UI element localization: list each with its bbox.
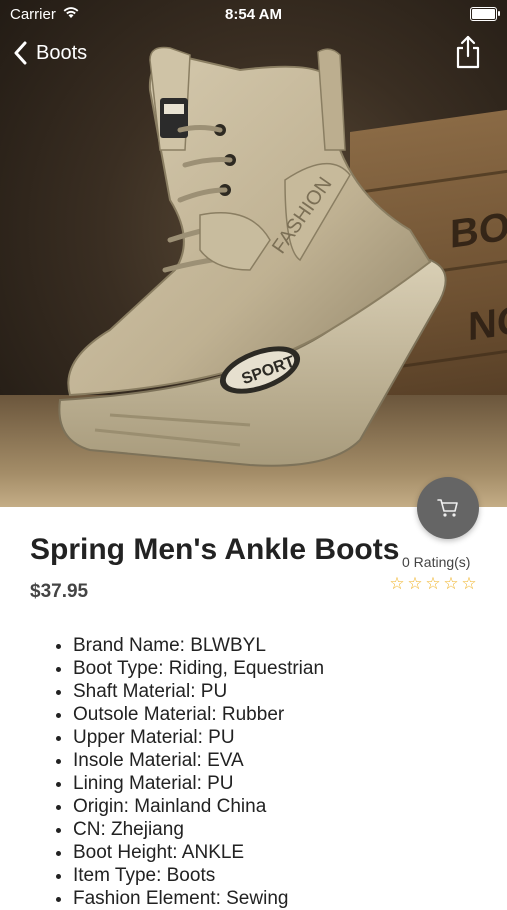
list-item: Shaft Material: PU <box>73 680 324 703</box>
list-item: Upper Material: PU <box>73 726 324 749</box>
star-icon[interactable]: ☆ <box>388 574 406 594</box>
star-rating[interactable]: ☆ ☆ ☆ ☆ ☆ <box>388 574 478 594</box>
add-to-cart-button[interactable] <box>417 477 479 539</box>
list-item: Boot Height: ANKLE <box>73 841 324 864</box>
product-title: Spring Men's Ankle Boots <box>30 533 400 566</box>
list-item: Origin: Mainland China <box>73 795 324 818</box>
cart-icon <box>437 499 458 517</box>
list-item: Boot Type: Riding, Equestrian <box>73 657 324 680</box>
list-item: Outsole Material: Rubber <box>73 703 324 726</box>
star-icon[interactable]: ☆ <box>442 574 460 594</box>
back-button[interactable]: Boots <box>14 38 87 68</box>
list-item: Lining Material: PU <box>73 772 324 795</box>
star-icon[interactable]: ☆ <box>406 574 424 594</box>
feature-list: Brand Name: BLWBYL Boot Type: Riding, Eq… <box>40 634 324 910</box>
battery-icon <box>470 7 500 21</box>
list-item: Brand Name: BLWBYL <box>73 634 324 657</box>
chevron-left-icon <box>14 41 27 65</box>
boot-illustration: FASHION SPORT <box>58 46 447 467</box>
star-icon[interactable]: ☆ <box>424 574 442 594</box>
product-price: $37.95 <box>30 581 89 602</box>
list-item: Item Type: Boots <box>73 864 324 887</box>
back-label: Boots <box>36 41 88 64</box>
product-image: BOX NO FASHION SPORT <box>0 0 507 507</box>
list-item: Fashion Element: Sewing <box>73 887 324 910</box>
star-icon[interactable]: ☆ <box>460 574 478 594</box>
rating-count: 0 Rating(s) <box>402 554 471 570</box>
status-bar: Carrier 8:54 AM <box>0 0 507 28</box>
status-time: 8:54 AM <box>225 6 282 23</box>
share-icon <box>456 35 480 69</box>
share-button[interactable] <box>453 34 483 70</box>
list-item: CN: Zhejiang <box>73 818 324 841</box>
list-item: Insole Material: EVA <box>73 749 324 772</box>
